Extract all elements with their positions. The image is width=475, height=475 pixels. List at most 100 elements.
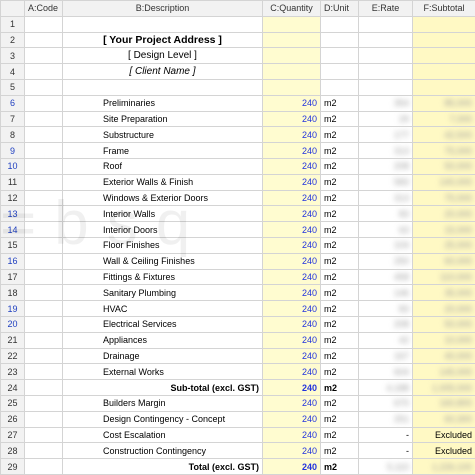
cell-quantity[interactable]: 240 [262,126,321,144]
cell-description[interactable]: HVAC [62,300,263,317]
cell-code[interactable] [24,94,63,112]
cell-quantity[interactable]: 240 [262,331,321,349]
cell-subtotal[interactable]: 145,000 [412,363,475,381]
cell-unit[interactable]: m2 [320,221,359,238]
cell-quantity[interactable]: 240 [262,410,321,428]
cell-unit[interactable]: m2 [320,394,359,412]
cell-code[interactable] [24,157,63,175]
row-header[interactable]: 19 [0,300,25,317]
cell-quantity[interactable]: 240 [262,284,321,302]
column-header-c[interactable]: C:Quantity [262,0,321,17]
cell-code[interactable] [24,394,63,412]
cell-rate[interactable]: 146 [358,284,413,302]
cell-unit[interactable]: m2 [320,126,359,144]
cell-code[interactable] [24,142,63,159]
cell-description[interactable]: Frame [62,142,263,159]
row-header[interactable]: 25 [0,394,25,412]
cell-quantity[interactable] [262,63,321,80]
cell-description[interactable]: Floor Finishes [62,236,263,254]
cell-rate[interactable]: 29 [358,110,413,128]
cell-subtotal[interactable]: Excluded [412,426,475,444]
cell-subtotal[interactable] [412,31,475,49]
row-header[interactable]: 10 [0,157,25,175]
cell-rate[interactable]: 583 [358,173,413,191]
cell-quantity[interactable]: 240 [262,205,321,223]
cell-rate[interactable] [358,15,413,33]
row-header[interactable]: 28 [0,442,25,460]
cell-unit[interactable]: m2 [320,236,359,254]
cell-unit[interactable]: m2 [320,173,359,191]
row-header[interactable]: 8 [0,126,25,144]
cell-rate[interactable]: 167 [358,347,413,365]
cell-code[interactable] [24,347,63,365]
cell-description[interactable]: Windows & Exterior Doors [62,189,263,207]
row-header[interactable]: 9 [0,142,25,159]
cell-description[interactable]: Exterior Walls & Finish [62,173,263,191]
cell-unit[interactable]: m2 [320,347,359,365]
cell-quantity[interactable]: 240 [262,236,321,254]
cell-quantity[interactable] [262,47,321,65]
row-header[interactable]: 1 [0,15,25,33]
row-header[interactable]: 29 [0,458,25,475]
row-header[interactable]: 6 [0,94,25,112]
cell-subtotal[interactable]: 75,000 [412,142,475,159]
row-header[interactable]: 17 [0,268,25,286]
cell-unit[interactable] [320,63,359,80]
cell-description[interactable]: [ Your Project Address ] [62,31,263,49]
cell-quantity[interactable]: 240 [262,94,321,112]
column-header-a[interactable]: A:Code [24,0,63,17]
cell-unit[interactable] [320,78,359,96]
column-header-b[interactable]: B:Description [62,0,263,17]
row-header[interactable]: 11 [0,173,25,191]
cell-description[interactable]: Fittings & Fixtures [62,268,263,286]
cell-rate[interactable]: 354 [358,94,413,112]
cell-description[interactable]: Substructure [62,126,263,144]
cell-description[interactable]: [ Design Level ] [62,47,263,65]
cell-subtotal[interactable]: 85,000 [412,94,475,112]
cell-description[interactable] [62,15,263,33]
cell-rate[interactable]: - [358,442,413,460]
cell-rate[interactable]: 4,188 [358,379,413,396]
cell-code[interactable] [24,252,63,270]
cell-code[interactable] [24,410,63,428]
cell-description[interactable]: Builders Margin [62,394,263,412]
row-header[interactable]: 23 [0,363,25,381]
cell-quantity[interactable]: 240 [262,394,321,412]
cell-quantity[interactable]: 240 [262,426,321,444]
cell-rate[interactable]: 63 [358,221,413,238]
cell-subtotal[interactable]: 7,000 [412,110,475,128]
cell-subtotal[interactable]: 75,000 [412,189,475,207]
cell-rate[interactable]: 250 [358,252,413,270]
cell-unit[interactable]: m2 [320,157,359,175]
cell-unit[interactable]: m2 [320,142,359,159]
cell-description[interactable]: Wall & Ceiling Finishes [62,252,263,270]
cell-code[interactable] [24,236,63,254]
cell-subtotal[interactable] [412,47,475,65]
cell-description[interactable]: Interior Walls [62,205,263,223]
cell-rate[interactable]: 604 [358,363,413,381]
cell-rate[interactable]: 458 [358,268,413,286]
cell-rate[interactable]: 177 [358,126,413,144]
cell-code[interactable] [24,78,63,96]
cell-subtotal[interactable] [412,63,475,80]
cell-rate[interactable]: 5,110 [358,458,413,475]
cell-unit[interactable] [320,15,359,33]
row-header[interactable]: 21 [0,331,25,349]
cell-quantity[interactable]: 240 [262,173,321,191]
cell-quantity[interactable]: 240 [262,379,321,396]
cell-rate[interactable] [358,31,413,49]
cell-unit[interactable]: m2 [320,300,359,317]
row-header[interactable]: 4 [0,63,25,80]
cell-description[interactable]: Interior Doors [62,221,263,238]
cell-subtotal[interactable]: 1,226,100 [412,458,475,475]
cell-unit[interactable]: m2 [320,189,359,207]
select-all-corner[interactable] [0,0,25,17]
cell-unit[interactable]: m2 [320,110,359,128]
cell-subtotal[interactable]: 20,000 [412,300,475,317]
cell-unit[interactable]: m2 [320,458,359,475]
cell-quantity[interactable]: 240 [262,189,321,207]
cell-rate[interactable]: 251 [358,410,413,428]
row-header[interactable]: 26 [0,410,25,428]
cell-code[interactable] [24,110,63,128]
cell-rate[interactable]: 208 [358,157,413,175]
